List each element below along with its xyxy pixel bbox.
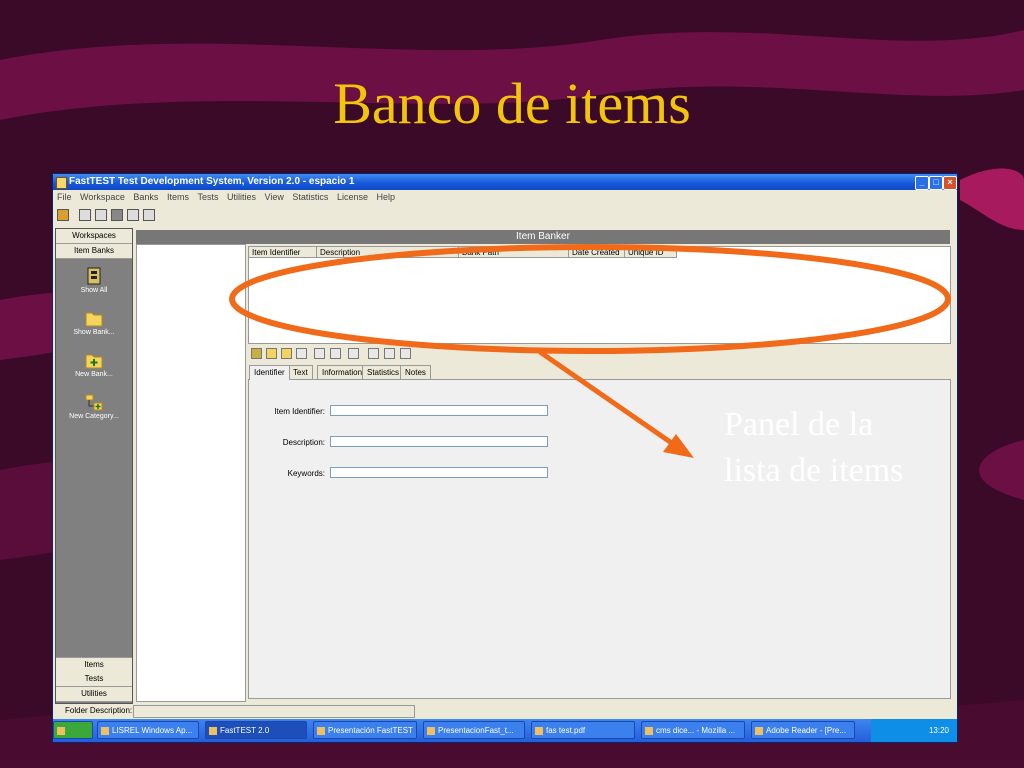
tab-identifier[interactable]: Identifier — [249, 365, 290, 380]
slide: Banco de items FastTEST Test Development… — [0, 0, 1024, 768]
annotation-arrow-line — [538, 349, 678, 449]
annotation-overlay — [229, 244, 951, 458]
highlight-ellipse — [229, 244, 951, 354]
